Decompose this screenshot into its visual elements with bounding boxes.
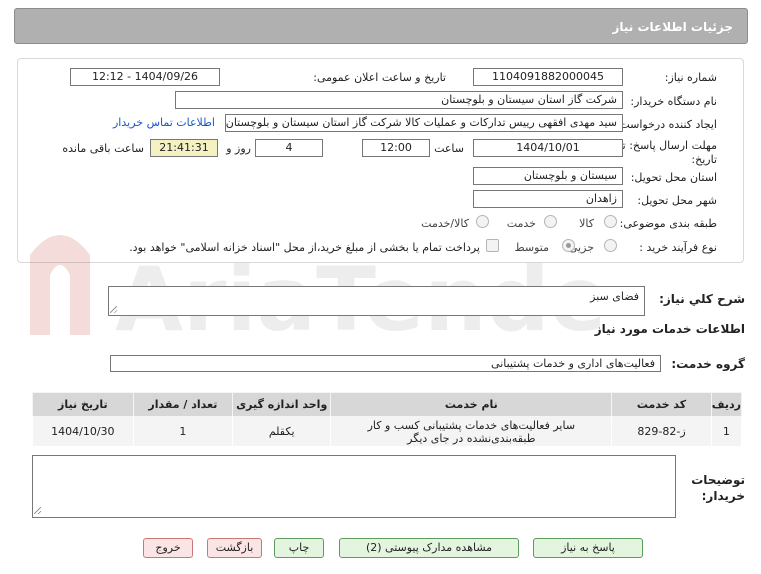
buyer-contact-link[interactable]: اطلاعات تماس خریدار: [113, 116, 215, 129]
row-name-line2: طبقه‌بندی‌نشده در جای دیگر: [407, 431, 536, 445]
back-button[interactable]: بازگشت: [207, 538, 262, 558]
treasury-payment-note: پرداخت تمام یا بخشی از مبلغ خرید،از محل …: [129, 241, 480, 254]
col-code: کد خدمت: [611, 392, 712, 417]
service-group-label: گروه خدمت:: [671, 357, 745, 371]
days-remaining-field[interactable]: 4: [255, 139, 323, 157]
purchase-minor-radio[interactable]: [604, 239, 617, 252]
col-index: ردیف: [710, 392, 743, 417]
city-label: شهر محل تحویل:: [637, 194, 717, 207]
city-field[interactable]: زاهدان: [473, 190, 623, 208]
purchase-medium-radio[interactable]: [562, 239, 575, 252]
category-goods-radio[interactable]: [604, 215, 617, 228]
category-goods-label: کالا: [579, 217, 594, 230]
page-title: جزئیات اطلاعات نیاز: [612, 20, 733, 34]
purchase-medium-label: متوسط: [514, 241, 549, 254]
buyer-notes-field[interactable]: [32, 455, 676, 518]
category-service-radio[interactable]: [544, 215, 557, 228]
resize-grip-icon[interactable]: [110, 306, 117, 313]
remaining-time-label: ساعت باقی مانده: [62, 142, 144, 155]
row-index: 1: [710, 416, 743, 447]
province-label: استان محل تحویل:: [630, 171, 717, 184]
print-button[interactable]: چاپ: [274, 538, 324, 558]
table-row[interactable]: 1 ز-82-829 سایر فعالیت‌های خدمات پشتیبان…: [32, 416, 743, 447]
purchase-type-label: نوع فرآیند خرید :: [639, 241, 717, 254]
col-name: نام خدمت: [330, 392, 613, 417]
need-number-field[interactable]: 1104091882000045: [473, 68, 623, 86]
page-header: جزئیات اطلاعات نیاز: [14, 8, 748, 44]
buyer-org-field[interactable]: شرکت گاز استان سیستان و بلوچستان: [175, 91, 623, 109]
deadline-label: مهلت ارسال پاسخ: تا تاریخ:: [619, 139, 717, 166]
category-service-label: خدمت: [506, 217, 536, 230]
row-name-line1: سایر فعالیت‌های خدمات پشتیبانی کسب و کار: [367, 418, 576, 432]
deadline-time-label: ساعت: [434, 142, 464, 155]
announce-date-field[interactable]: 1404/09/26 - 12:12: [70, 68, 220, 86]
category-goods-service-label: کالا/خدمت: [421, 217, 469, 230]
table-header-row: ردیف کد خدمت نام خدمت واحد اندازه گیری ت…: [32, 392, 743, 417]
category-label: طبقه بندی موضوعی:: [619, 217, 717, 230]
province-field[interactable]: سیستان و بلوچستان: [473, 167, 623, 185]
col-quantity: تعداد / مقدار: [132, 392, 234, 417]
creator-field[interactable]: سید مهدی افقهی رییس تدارکات و عملیات کال…: [225, 114, 623, 132]
row-unit: یکقلم: [232, 416, 332, 447]
remaining-time-field: 21:41:31: [150, 139, 218, 157]
services-section-title: اطلاعات خدمات مورد نیاز: [594, 322, 745, 336]
deadline-date-field[interactable]: 1404/10/01: [473, 139, 623, 157]
row-code: ز-82-829: [611, 416, 712, 447]
view-attachments-button[interactable]: مشاهده مدارک پیوستی (2): [339, 538, 519, 558]
col-unit: واحد اندازه گیری: [232, 392, 332, 417]
buyer-org-label: نام دستگاه خریدار:: [630, 95, 717, 108]
exit-button[interactable]: خروج: [143, 538, 193, 558]
category-goods-service-radio[interactable]: [476, 215, 489, 228]
reply-button[interactable]: پاسخ به نیاز: [533, 538, 643, 558]
need-number-label: شماره نیاز:: [664, 71, 717, 84]
row-quantity: 1: [132, 416, 234, 447]
deadline-time-field[interactable]: 12:00: [362, 139, 430, 157]
description-label: شرح کلي نياز:: [659, 292, 745, 306]
services-table: ردیف کد خدمت نام خدمت واحد اندازه گیری ت…: [32, 392, 743, 447]
creator-label: ایجاد کننده درخواست:: [615, 118, 717, 131]
row-date: 1404/10/30: [32, 416, 134, 447]
resize-grip-icon[interactable]: [34, 507, 41, 514]
row-name: سایر فعالیت‌های خدمات پشتیبانی کسب و کار…: [330, 416, 613, 447]
col-date: تاریخ نیاز: [32, 392, 134, 417]
treasury-payment-checkbox[interactable]: [486, 239, 499, 252]
days-label: روز و: [226, 142, 251, 155]
announce-date-label: تاریخ و ساعت اعلان عمومی:: [313, 71, 446, 84]
buyer-notes-label: توضیحات خریدار:: [691, 473, 745, 503]
description-field[interactable]: فضای سبز: [108, 286, 645, 316]
service-group-field[interactable]: فعالیت‌های اداری و خدمات پشتیبانی: [110, 355, 661, 372]
